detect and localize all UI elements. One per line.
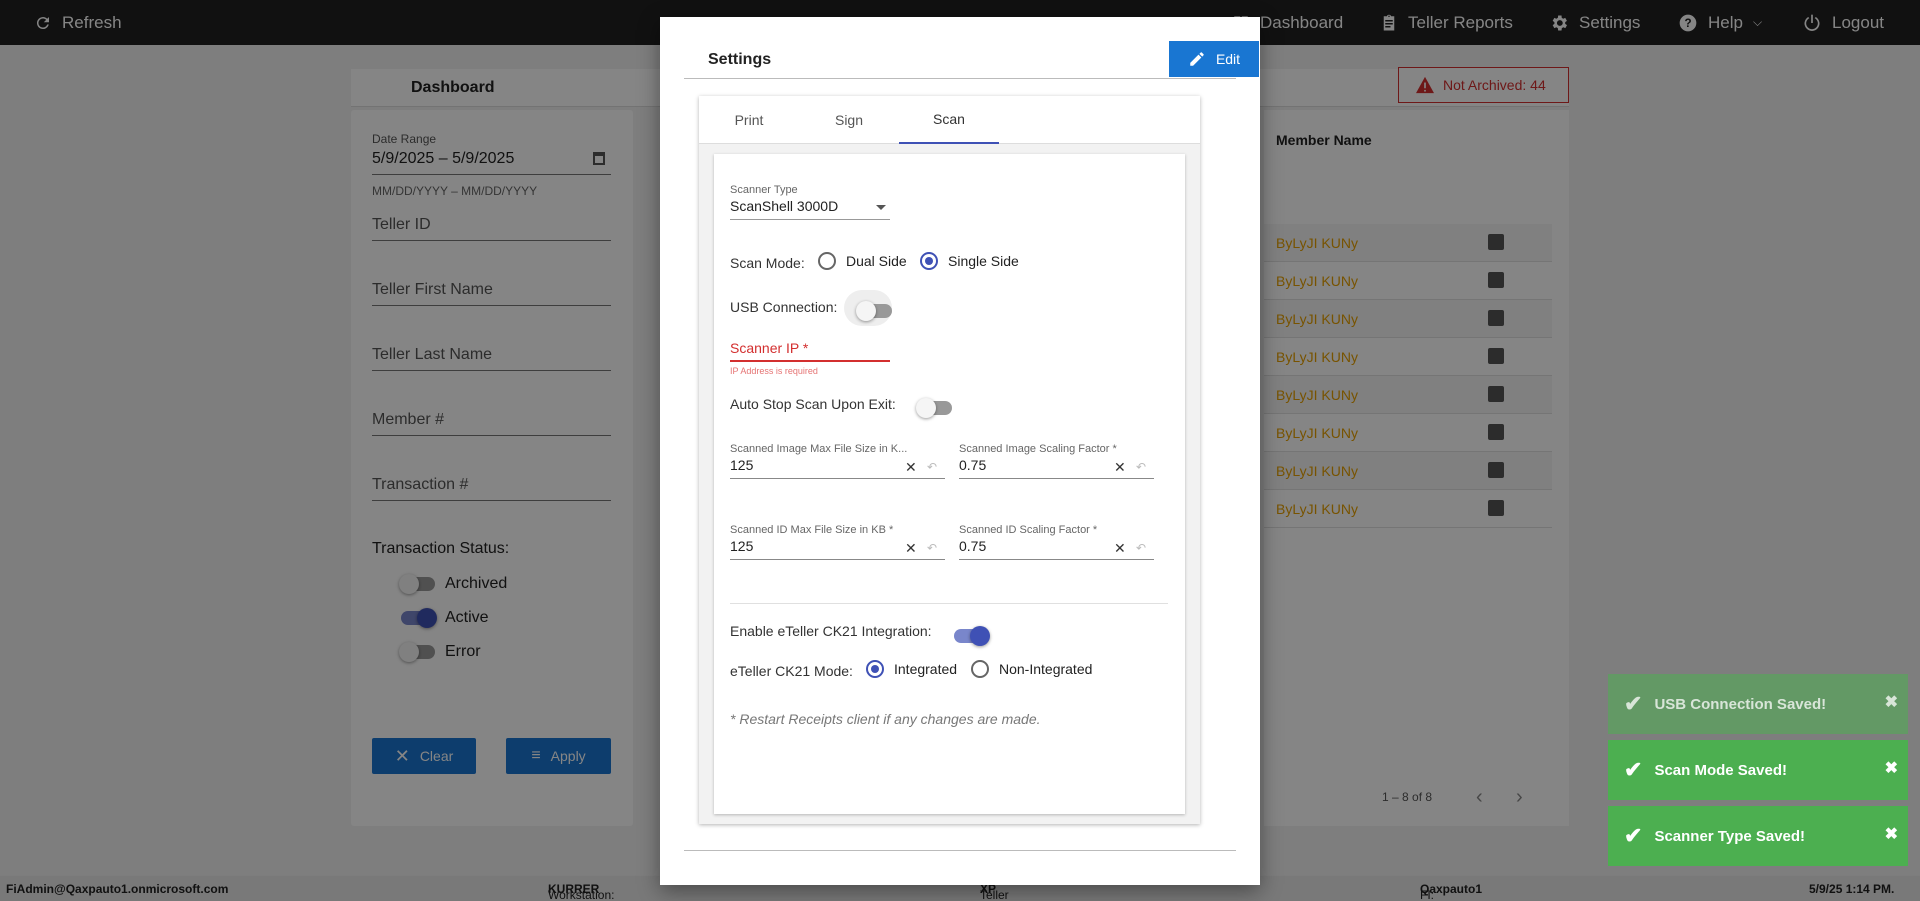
scanner-type-value: ScanShell 3000D xyxy=(730,198,839,214)
restart-note: * Restart Receipts client if any changes… xyxy=(730,711,1041,727)
auto-stop-label: Auto Stop Scan Upon Exit: xyxy=(730,396,896,412)
scan-settings-panel: Scanner Type ScanShell 3000D Scan Mode: … xyxy=(714,154,1185,814)
clear-icon[interactable]: ✕ xyxy=(1114,459,1126,476)
scanner-ip-placeholder: Scanner IP * xyxy=(730,340,809,356)
settings-modal: Settings Edit Print Sign Scan Scanner Ty… xyxy=(660,17,1260,885)
tab-sign-label: Sign xyxy=(834,112,864,128)
close-icon[interactable]: ✖ xyxy=(1885,758,1898,778)
toast-text: Scanner Type Saved! xyxy=(1654,827,1806,845)
usb-connection-label: USB Connection: xyxy=(730,299,838,315)
toast-text: Scan Mode Saved! xyxy=(1654,761,1787,779)
ck21-enable-toggle[interactable] xyxy=(954,626,990,646)
id-max-size-label: Scanned ID Max File Size in KB * xyxy=(730,524,894,536)
undo-icon[interactable]: ↶ xyxy=(1136,541,1146,555)
single-side-label: Single Side xyxy=(948,253,1019,269)
modal-header: Settings Edit xyxy=(684,39,1259,79)
check-icon: ✔ xyxy=(1624,823,1643,848)
edit-button[interactable]: Edit xyxy=(1169,41,1259,77)
dual-side-label: Dual Side xyxy=(846,253,907,269)
close-icon[interactable]: ✖ xyxy=(1885,692,1898,712)
id-max-size-value: 125 xyxy=(730,538,754,554)
scanner-ip-input[interactable]: Scanner IP * xyxy=(730,340,890,362)
usb-connection-toggle[interactable] xyxy=(856,301,892,321)
ck21-integrated-option[interactable]: Integrated xyxy=(866,660,957,678)
tab-print[interactable]: Print xyxy=(699,96,799,144)
clear-icon[interactable]: ✕ xyxy=(905,459,917,476)
auto-stop-toggle[interactable] xyxy=(916,398,952,418)
non-integrated-label: Non-Integrated xyxy=(999,661,1093,677)
scanner-type-label: Scanner Type xyxy=(730,184,798,196)
image-scaling-value: 0.75 xyxy=(959,457,987,473)
settings-card: Print Sign Scan Scanner Type ScanShell 3… xyxy=(699,96,1200,824)
check-icon: ✔ xyxy=(1624,691,1643,716)
single-side-radio[interactable] xyxy=(920,252,938,270)
ck21-non-integrated-option[interactable]: Non-Integrated xyxy=(971,660,1092,678)
clear-icon[interactable]: ✕ xyxy=(905,540,917,557)
integrated-label: Integrated xyxy=(894,661,958,677)
id-scaling-value: 0.75 xyxy=(959,538,987,554)
close-icon[interactable]: ✖ xyxy=(1885,824,1898,844)
image-max-size-value: 125 xyxy=(730,457,754,473)
modal-title: Settings xyxy=(708,51,772,68)
scan-mode-dual-option[interactable]: Dual Side xyxy=(818,252,907,270)
id-scaling-label: Scanned ID Scaling Factor * xyxy=(959,524,1098,536)
dual-side-radio[interactable] xyxy=(818,252,836,270)
clear-icon[interactable]: ✕ xyxy=(1114,540,1126,557)
dropdown-arrow-icon xyxy=(876,205,886,210)
ck21-mode-label: eTeller CK21 Mode: xyxy=(730,663,853,679)
undo-icon[interactable]: ↶ xyxy=(927,460,937,474)
non-integrated-radio[interactable] xyxy=(971,660,989,678)
edit-label: Edit xyxy=(1215,51,1241,67)
settings-tabs: Print Sign Scan xyxy=(699,96,1200,144)
check-icon: ✔ xyxy=(1624,757,1643,782)
toast-scan-mode-saved: ✔ Scan Mode Saved! ✖ xyxy=(1608,740,1908,800)
scanner-ip-error: IP Address is required xyxy=(730,366,818,376)
undo-icon[interactable]: ↶ xyxy=(1136,460,1146,474)
tab-sign[interactable]: Sign xyxy=(799,96,899,144)
pencil-icon xyxy=(1190,52,1204,66)
tab-scan-label: Scan xyxy=(933,111,965,127)
tab-scan[interactable]: Scan xyxy=(899,96,999,144)
section-divider xyxy=(730,603,1168,604)
tab-print-label: Print xyxy=(734,112,764,128)
scan-mode-single-option[interactable]: Single Side xyxy=(920,252,1019,270)
integrated-radio[interactable] xyxy=(866,660,884,678)
image-max-size-label: Scanned Image Max File Size in K... xyxy=(730,443,908,455)
ck21-enable-label: Enable eTeller CK21 Integration: xyxy=(730,623,932,639)
toast-text: USB Connection Saved! xyxy=(1654,695,1827,713)
undo-icon[interactable]: ↶ xyxy=(927,541,937,555)
toast-usb-saved: ✔ USB Connection Saved! ✖ xyxy=(1608,674,1908,734)
toast-scanner-type-saved: ✔ Scanner Type Saved! ✖ xyxy=(1608,806,1908,866)
scan-mode-label: Scan Mode: xyxy=(730,255,805,271)
image-scaling-label: Scanned Image Scaling Factor * xyxy=(959,443,1117,455)
scanner-type-select[interactable]: ScanShell 3000D xyxy=(730,198,890,220)
